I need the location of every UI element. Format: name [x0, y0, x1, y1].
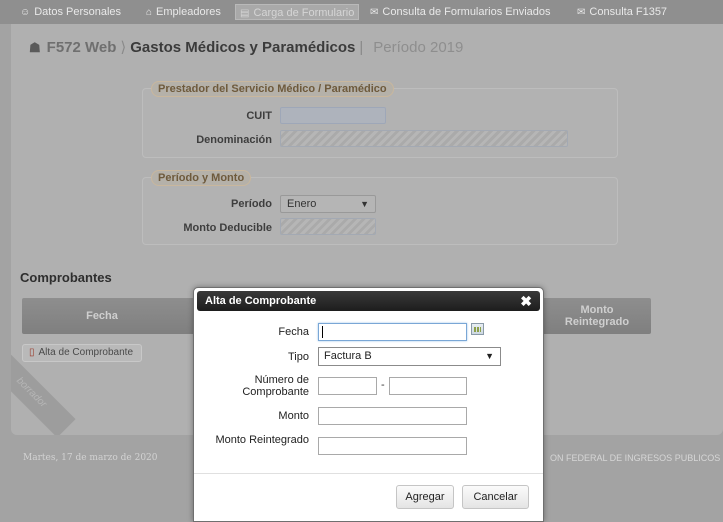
- alta-comprobante-button[interactable]: ▯ Alta de Comprobante: [22, 344, 143, 362]
- agregar-button[interactable]: Agregar: [396, 485, 454, 509]
- fecha-label: Fecha: [278, 326, 309, 338]
- prestador-legend: Prestador del Servicio Médico / Paramédi…: [151, 81, 394, 97]
- fecha-input[interactable]: [318, 323, 467, 341]
- chevron-down-icon: ▼: [485, 351, 494, 361]
- nav-label: Consulta de Formularios Enviados: [382, 6, 551, 18]
- nav-label: Consulta F1357: [589, 6, 668, 18]
- comprobantes-title: Comprobantes: [20, 270, 112, 285]
- cuit-label: CUIT: [246, 110, 272, 122]
- period-label: Período 2019: [373, 39, 464, 56]
- cancelar-button[interactable]: Cancelar: [462, 485, 529, 509]
- top-nav: ☺ Datos Personales ⌂ Empleadores ▤ Carga de…: [0, 0, 723, 24]
- breadcrumb: ☗ F572 Web ⟩ Gastos Médicos y Paramédicos | P…: [29, 37, 463, 59]
- alta-comprobante-label: Alta de Comprobante: [38, 347, 134, 358]
- periodo-value: Enero: [287, 198, 317, 210]
- footer-date: Martes, 17 de marzo de 2020: [23, 453, 158, 463]
- nav-empleadores[interactable]: ⌂ Empleadores: [146, 4, 221, 20]
- nav-carga-formulario[interactable]: ▤ Carga de Formulario: [235, 4, 360, 20]
- prestador-fieldset: Prestador del Servicio Médico / Paramédi…: [142, 81, 618, 158]
- page-title: Gastos Médicos y Paramédicos: [130, 39, 356, 56]
- periodo-select[interactable]: Enero ▼: [280, 195, 376, 213]
- nav-label: Carga de Formulario: [253, 7, 355, 19]
- chevron-down-icon: ▼: [360, 199, 369, 209]
- tipo-value: Factura B: [324, 350, 372, 362]
- nav-consulta-enviados[interactable]: ✉ Consulta de Formularios Enviados: [370, 4, 551, 20]
- dialog-title: Alta de Comprobante: [205, 295, 317, 307]
- nav-label: Datos Personales: [34, 6, 122, 18]
- add-document-icon: ▯: [29, 347, 35, 358]
- person-icon: ☺: [20, 7, 31, 18]
- close-icon[interactable]: ✖: [520, 291, 532, 311]
- dialog-titlebar: Alta de Comprobante ✖: [197, 291, 540, 311]
- numero-separator: -: [381, 379, 385, 391]
- text-cursor: [322, 326, 323, 338]
- numero-comprobante-label: Número de Comprobante: [242, 374, 309, 398]
- col-monto-reintegrado: Monto Reintegrado: [564, 304, 630, 328]
- footer-org: ON FEDERAL DE INGRESOS PUBLICOS: [550, 453, 721, 463]
- periodo-legend: Período y Monto: [151, 170, 252, 186]
- monto-reintegrado-input[interactable]: [318, 437, 467, 455]
- tipo-label: Tipo: [288, 351, 309, 363]
- periodo-fieldset: Período y Monto Período Enero ▼ Monto Ded…: [142, 170, 618, 245]
- tipo-select[interactable]: Factura B ▼: [318, 347, 501, 366]
- envelope-icon: ✉: [577, 7, 586, 18]
- breadcrumb-app[interactable]: F572 Web: [47, 39, 117, 56]
- monto-reintegrado-label: Monto Reintegrado: [215, 434, 309, 446]
- breadcrumb-separator: ⟩: [120, 39, 127, 56]
- calendar-icon[interactable]: [471, 323, 484, 335]
- denominacion-label: Denominación: [196, 134, 272, 146]
- periodo-label: Período: [231, 198, 272, 210]
- home-icon[interactable]: ☗: [29, 40, 41, 55]
- title-separator: |: [359, 39, 364, 56]
- monto-deducible-label: Monto Deducible: [183, 222, 272, 234]
- monto-input[interactable]: [318, 407, 467, 425]
- alta-comprobante-dialog: Alta de Comprobante ✖ Fecha Tipo Factura…: [193, 287, 544, 522]
- dialog-footer: Agregar Cancelar: [194, 473, 543, 521]
- nav-consulta-f1357[interactable]: ✉ Consulta F1357: [577, 4, 667, 20]
- building-icon: ⌂: [146, 7, 153, 18]
- nav-datos-personales[interactable]: ☺ Datos Personales: [20, 4, 121, 20]
- numero-comprobante-input[interactable]: [389, 377, 467, 395]
- monto-deducible-input[interactable]: [280, 218, 376, 235]
- col-fecha: Fecha: [86, 310, 118, 322]
- envelope-icon: ✉: [370, 7, 379, 18]
- cuit-input[interactable]: [280, 107, 386, 124]
- nav-label: Empleadores: [156, 6, 221, 18]
- monto-label: Monto: [278, 410, 309, 422]
- document-icon: ▤: [240, 8, 250, 19]
- denominacion-input[interactable]: [280, 130, 568, 147]
- numero-punto-venta-input[interactable]: [318, 377, 377, 395]
